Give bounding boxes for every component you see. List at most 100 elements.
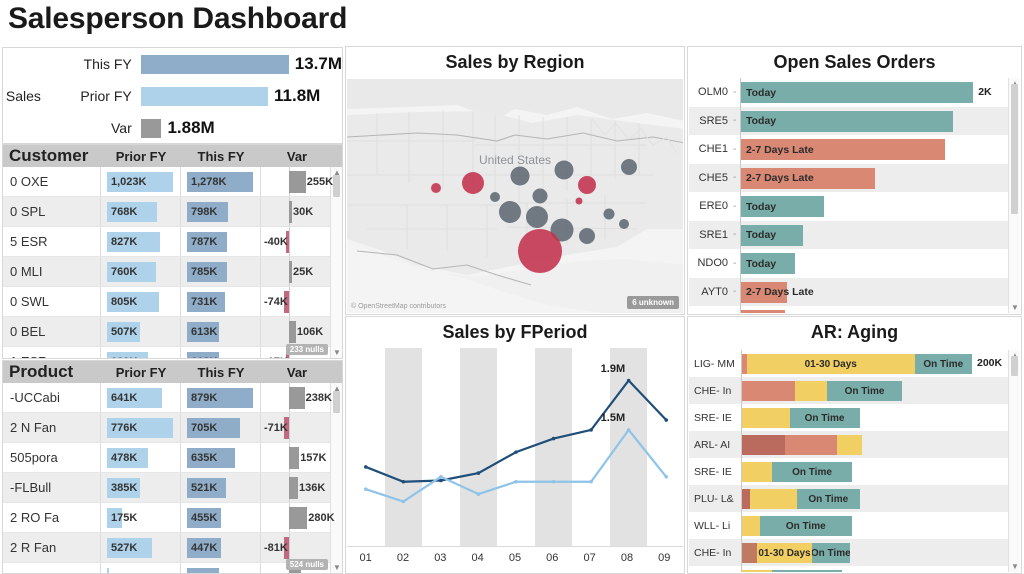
ar-segment[interactable]: On Time (759, 516, 852, 536)
table-row[interactable]: 0 SWL 805K 731K -74K (3, 287, 342, 317)
map-bubble[interactable] (619, 219, 630, 230)
col-header-var[interactable]: Var (261, 149, 333, 164)
var-cell[interactable]: 280K (261, 503, 335, 532)
prior-fy-cell[interactable]: 527K (101, 533, 181, 562)
ar-segment[interactable] (742, 462, 772, 482)
product-nulls-badge[interactable]: 524 nulls (285, 559, 328, 570)
oso-bar[interactable]: Today (741, 82, 974, 103)
fperiod-data-point[interactable] (363, 465, 368, 469)
var-cell[interactable]: 238K (261, 383, 333, 412)
ar-row[interactable]: CHE- In 01-30 Days On Time (689, 539, 1020, 566)
this-fy-cell[interactable]: 635K (181, 443, 261, 472)
this-fy-cell[interactable]: 787K (181, 227, 261, 256)
fperiod-data-point[interactable] (664, 475, 669, 479)
col-header-var[interactable]: Var (261, 365, 333, 380)
prior-fy-cell[interactable]: 760K (101, 257, 181, 286)
oso-row[interactable]: AYT0-2-7 Days Late (689, 277, 1020, 306)
fperiod-data-point[interactable] (626, 378, 631, 383)
oso-row[interactable]: SRE1- Today (689, 220, 1020, 249)
table-row[interactable]: 0 MLI 760K 785K 25K (3, 257, 342, 287)
ar-row[interactable]: SRE- IE On Time (689, 404, 1020, 431)
oso-scrollbar[interactable]: ▲ ▼ (1008, 78, 1020, 313)
col-header-prior-fy[interactable]: Prior FY (101, 149, 181, 164)
fperiod-x-tick[interactable]: 06 (534, 547, 571, 572)
customer-scroll-thumb[interactable] (333, 175, 340, 197)
var-cell[interactable]: -40K (261, 227, 333, 256)
table-row[interactable]: 2 N Fan 776K 705K -71K (3, 413, 342, 443)
fperiod-data-point[interactable] (401, 499, 406, 504)
oso-bar[interactable] (741, 310, 785, 313)
ar-segment[interactable] (742, 489, 750, 509)
kpi-bar[interactable] (140, 86, 269, 106)
prior-fy-cell[interactable]: 629K (101, 347, 181, 358)
var-cell[interactable]: 255K (261, 167, 333, 196)
ar-segment[interactable] (742, 516, 760, 536)
scroll-down-arrow-icon[interactable]: ▼ (1011, 562, 1019, 571)
ar-segment[interactable] (749, 489, 797, 509)
fperiod-x-tick[interactable]: 08 (608, 547, 645, 572)
prior-fy-cell[interactable]: 641K (101, 383, 181, 412)
fperiod-data-point[interactable] (589, 479, 593, 484)
kpi-bar[interactable] (140, 54, 289, 74)
fperiod-data-point[interactable] (626, 428, 631, 432)
ar-segment[interactable] (772, 570, 842, 572)
fperiod-data-point[interactable] (664, 418, 669, 422)
scroll-down-arrow-icon[interactable]: ▼ (333, 348, 341, 357)
var-cell[interactable]: 30K (261, 197, 333, 226)
fperiod-x-tick[interactable]: 03 (422, 547, 459, 572)
oso-row[interactable]: ERE0- Today (689, 192, 1020, 221)
ar-segment[interactable]: 01-30 Days (757, 543, 812, 563)
oso-row[interactable] (689, 306, 1020, 313)
fperiod-data-point[interactable] (589, 428, 593, 432)
this-fy-cell[interactable]: 705K (181, 413, 261, 442)
ar-segment[interactable] (742, 570, 772, 572)
prior-fy-cell[interactable]: 1,023K (101, 167, 181, 196)
map-bubble[interactable] (578, 176, 597, 195)
open-sales-orders-chart[interactable]: OLM0- Today 2K SRE5- Today CHE1-2-7 Days Late… (689, 78, 1020, 313)
map-unknown-badge[interactable]: 6 unknown (627, 296, 679, 309)
table-row[interactable]: 0 SPL 768K 798K 30K (3, 197, 342, 227)
var-cell[interactable]: 25K (261, 257, 333, 286)
ar-segment[interactable]: On Time (789, 408, 860, 428)
ar-scrollbar[interactable]: ▲ ▼ (1008, 350, 1020, 572)
table-row[interactable]: 0 BEL 507K 613K 106K (3, 317, 342, 347)
table-row[interactable]: 5 ESR 827K 787K -40K (3, 227, 342, 257)
oso-bar[interactable]: 2-7 Days Late (741, 139, 945, 160)
this-fy-cell[interactable]: 431K (181, 563, 261, 573)
fperiod-series-line[interactable] (365, 378, 668, 483)
this-fy-cell[interactable]: 731K (181, 287, 261, 316)
fperiod-x-tick[interactable]: 02 (384, 547, 421, 572)
fperiod-data-point[interactable] (363, 487, 368, 491)
table-row[interactable]: 505pora 478K 635K 157K (3, 443, 342, 473)
map-bubble[interactable] (532, 188, 548, 204)
fperiod-data-point[interactable] (476, 492, 481, 496)
table-row[interactable]: -FLBull 385K 521K 136K (3, 473, 342, 503)
ar-segment[interactable]: 01-30 Days (747, 354, 915, 374)
this-fy-cell[interactable]: 879K (181, 383, 261, 412)
oso-row[interactable]: CHE1-2-7 Days Late (689, 135, 1020, 164)
ar-segment[interactable] (742, 381, 795, 401)
map-bubble[interactable] (603, 208, 615, 220)
prior-fy-cell[interactable]: 22K (101, 563, 181, 573)
map-bubble[interactable] (462, 172, 484, 195)
kpi-row-this-fy[interactable]: This FY 13.7M (44, 48, 342, 80)
var-cell[interactable]: 136K (261, 473, 333, 502)
customer-table[interactable]: Customer Prior FY This FY Var 0 OXE 1,023… (2, 144, 343, 359)
ar-segment[interactable] (742, 408, 790, 428)
product-scroll-thumb[interactable] (333, 391, 340, 413)
fperiod-x-tick[interactable]: 04 (459, 547, 496, 572)
ar-row[interactable]: ARL- AI (689, 431, 1020, 458)
this-fy-cell[interactable]: 1,278K (181, 167, 261, 196)
ar-segment[interactable] (837, 435, 862, 455)
oso-row[interactable]: NDO0- Today (689, 249, 1020, 278)
product-scrollbar[interactable]: ▲ ▼ (330, 383, 342, 573)
fperiod-data-point[interactable] (476, 471, 481, 475)
prior-fy-cell[interactable]: 827K (101, 227, 181, 256)
ar-row[interactable]: ELE- C (689, 566, 1020, 572)
oso-bar[interactable]: Today (741, 110, 953, 132)
fperiod-data-point[interactable] (439, 478, 443, 483)
prior-fy-cell[interactable]: 175K (101, 503, 181, 532)
ar-segment[interactable]: On Time (827, 381, 902, 401)
this-fy-cell[interactable]: 521K (181, 473, 261, 502)
fperiod-x-tick[interactable]: 01 (347, 547, 384, 572)
